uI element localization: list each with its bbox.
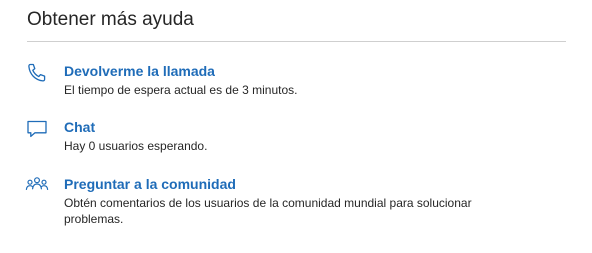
phone-icon	[25, 62, 49, 84]
community-description: Obtén comentarios de los usuarios de la …	[64, 196, 472, 226]
community-icon	[25, 175, 49, 197]
chat-bubble-icon	[25, 118, 49, 140]
title-divider	[27, 41, 566, 42]
chat-description: Hay 0 usuarios esperando.	[64, 139, 208, 153]
callback-description: El tiempo de espera actual es de 3 minut…	[64, 83, 298, 97]
page-title: Obtener más ayuda	[27, 9, 194, 30]
community-link[interactable]: Preguntar a la comunidad	[64, 175, 534, 193]
chat-link[interactable]: Chat	[64, 118, 534, 136]
get-more-help-panel: Obtener más ayuda Devolverme la llamada …	[0, 0, 592, 253]
callback-link[interactable]: Devolverme la llamada	[64, 62, 534, 80]
